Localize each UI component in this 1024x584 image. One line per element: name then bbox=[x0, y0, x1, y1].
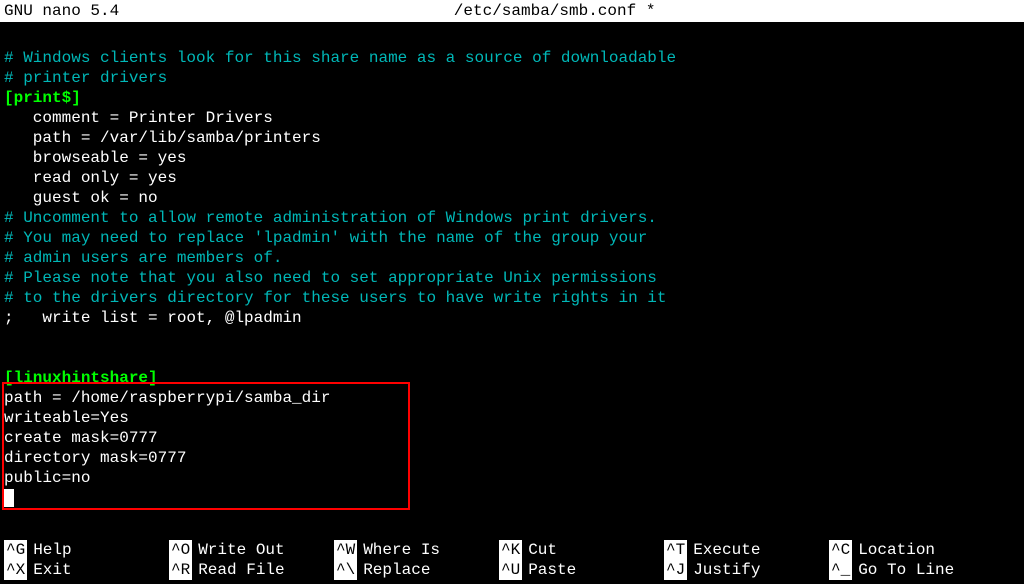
config-line: comment = Printer Drivers bbox=[4, 109, 273, 127]
key-label: ^X bbox=[4, 560, 27, 580]
editor-line: ; write list = root, @lpadmin bbox=[4, 308, 1024, 328]
editor-line: # Please note that you also need to set … bbox=[4, 268, 1024, 288]
comment-text: # Windows clients look for this share na… bbox=[4, 49, 676, 67]
section-header: [print$] bbox=[4, 89, 81, 107]
key-label: ^U bbox=[499, 560, 522, 580]
editor-line: [linuxhintshare] bbox=[4, 368, 1024, 388]
action-label: Go To Line bbox=[852, 560, 954, 580]
config-line: browseable = yes bbox=[4, 149, 186, 167]
action-label: Paste bbox=[522, 560, 576, 580]
key-label: ^_ bbox=[829, 560, 852, 580]
key-label: ^R bbox=[169, 560, 192, 580]
action-label: Justify bbox=[687, 560, 760, 580]
key-label: ^W bbox=[334, 540, 357, 560]
config-line: path = /var/lib/samba/printers bbox=[4, 129, 321, 147]
title-spacer bbox=[990, 0, 1020, 22]
shortcut-writeout[interactable]: ^OWrite Out bbox=[169, 540, 334, 560]
editor-line: comment = Printer Drivers bbox=[4, 108, 1024, 128]
editor-line: read only = yes bbox=[4, 168, 1024, 188]
editor-line: public=no bbox=[4, 468, 1024, 488]
key-label: ^J bbox=[664, 560, 687, 580]
editor-line: [print$] bbox=[4, 88, 1024, 108]
action-label: Execute bbox=[687, 540, 760, 560]
editor-line: path = /var/lib/samba/printers bbox=[4, 128, 1024, 148]
config-line: read only = yes bbox=[4, 169, 177, 187]
editor-line: browseable = yes bbox=[4, 148, 1024, 168]
action-label: Location bbox=[852, 540, 935, 560]
shortcuts-bar: ^GHelp ^OWrite Out ^WWhere Is ^KCut ^TEx… bbox=[0, 540, 1024, 584]
shortcut-help[interactable]: ^GHelp bbox=[4, 540, 169, 560]
shortcut-paste[interactable]: ^UPaste bbox=[499, 560, 664, 580]
editor-line: writeable=Yes bbox=[4, 408, 1024, 428]
action-label: Where Is bbox=[357, 540, 440, 560]
editor-line: directory mask=0777 bbox=[4, 448, 1024, 468]
comment-text: # You may need to replace 'lpadmin' with… bbox=[4, 229, 647, 247]
key-label: ^G bbox=[4, 540, 27, 560]
title-bar: GNU nano 5.4 /etc/samba/smb.conf * bbox=[0, 0, 1024, 22]
editor-line: # Uncomment to allow remote administrati… bbox=[4, 208, 1024, 228]
comment-text: # Uncomment to allow remote administrati… bbox=[4, 209, 657, 227]
app-name: GNU nano 5.4 bbox=[4, 0, 119, 22]
editor-line: # admin users are members of. bbox=[4, 248, 1024, 268]
cursor-icon bbox=[4, 489, 14, 507]
key-label: ^C bbox=[829, 540, 852, 560]
action-label: Replace bbox=[357, 560, 430, 580]
comment-text: # admin users are members of. bbox=[4, 249, 282, 267]
editor-line: path = /home/raspberrypi/samba_dir bbox=[4, 388, 1024, 408]
shortcut-readfile[interactable]: ^RRead File bbox=[169, 560, 334, 580]
editor-line: create mask=0777 bbox=[4, 428, 1024, 448]
key-label: ^O bbox=[169, 540, 192, 560]
shortcut-gotoline[interactable]: ^_Go To Line bbox=[829, 560, 994, 580]
shortcut-replace[interactable]: ^\Replace bbox=[334, 560, 499, 580]
action-label: Help bbox=[27, 540, 71, 560]
config-line: ; write list = root, @lpadmin bbox=[4, 309, 302, 327]
config-line: guest ok = no bbox=[4, 189, 158, 207]
config-line: create mask=0777 bbox=[4, 429, 158, 447]
editor-line: # Windows clients look for this share na… bbox=[4, 48, 1024, 68]
editor-line bbox=[4, 328, 1024, 348]
shortcut-justify[interactable]: ^JJustify bbox=[664, 560, 829, 580]
config-line: public=no bbox=[4, 469, 90, 487]
key-label: ^\ bbox=[334, 560, 357, 580]
editor-line bbox=[4, 28, 1024, 48]
editor-line bbox=[4, 488, 1024, 508]
action-label: Cut bbox=[522, 540, 557, 560]
editor-content[interactable]: # Windows clients look for this share na… bbox=[0, 22, 1024, 508]
key-label: ^T bbox=[664, 540, 687, 560]
action-label: Write Out bbox=[192, 540, 284, 560]
config-line: writeable=Yes bbox=[4, 409, 129, 427]
editor-line: # You may need to replace 'lpadmin' with… bbox=[4, 228, 1024, 248]
config-line: path = /home/raspberrypi/samba_dir bbox=[4, 389, 330, 407]
key-label: ^K bbox=[499, 540, 522, 560]
shortcut-execute[interactable]: ^TExecute bbox=[664, 540, 829, 560]
editor-line: # to the drivers directory for these use… bbox=[4, 288, 1024, 308]
config-line: directory mask=0777 bbox=[4, 449, 186, 467]
shortcut-row: ^GHelp ^OWrite Out ^WWhere Is ^KCut ^TEx… bbox=[4, 540, 1020, 560]
comment-text: # printer drivers bbox=[4, 69, 167, 87]
comment-text: # to the drivers directory for these use… bbox=[4, 289, 667, 307]
action-label: Read File bbox=[192, 560, 284, 580]
shortcut-whereis[interactable]: ^WWhere Is bbox=[334, 540, 499, 560]
shortcut-location[interactable]: ^CLocation bbox=[829, 540, 994, 560]
shortcut-exit[interactable]: ^XExit bbox=[4, 560, 169, 580]
shortcut-cut[interactable]: ^KCut bbox=[499, 540, 664, 560]
comment-text: # Please note that you also need to set … bbox=[4, 269, 657, 287]
action-label: Exit bbox=[27, 560, 71, 580]
file-path: /etc/samba/smb.conf * bbox=[119, 0, 990, 22]
editor-line bbox=[4, 348, 1024, 368]
editor-line: # printer drivers bbox=[4, 68, 1024, 88]
shortcut-row: ^XExit ^RRead File ^\Replace ^UPaste ^JJ… bbox=[4, 560, 1020, 580]
section-header: [linuxhintshare] bbox=[4, 369, 158, 387]
editor-line: guest ok = no bbox=[4, 188, 1024, 208]
